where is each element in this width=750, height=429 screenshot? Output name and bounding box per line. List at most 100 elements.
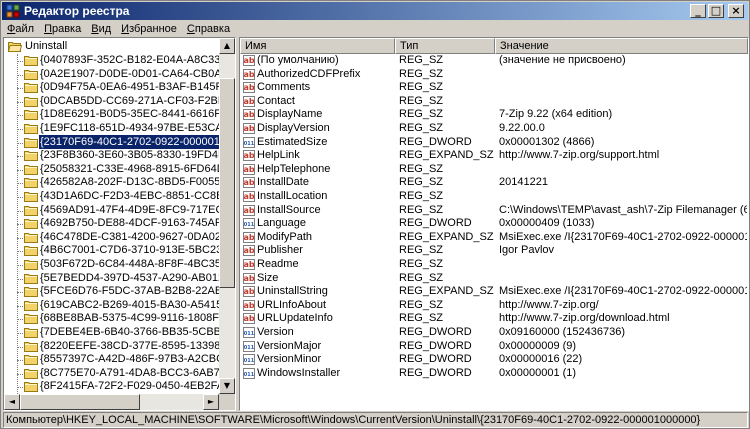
folder-icon <box>24 137 38 148</box>
tree-node-label: {426582A8-202F-D13C-8BD5-F00551BAFC93} <box>40 176 219 189</box>
value-row[interactable]: ab (По умолчанию) REG_SZ (значение не присв… <box>240 54 748 68</box>
value-data: 0x00000409 (1033) <box>499 217 595 230</box>
value-name: (По умолчанию) <box>257 54 339 66</box>
tree-node-label: {4B6C7001-C7D6-3710-913E-5BC23FCE91E6} <box>40 244 219 257</box>
string-value-icon: ab <box>243 163 255 175</box>
value-row[interactable]: ab DisplayName REG_SZ 7-Zip 9.22 (x64 editi… <box>240 108 748 122</box>
tree-node-label: {0D94F75A-0EA6-4951-B3AF-B145FA9E05C6} <box>40 81 219 94</box>
string-value-icon: ab <box>243 68 255 80</box>
value-type: REG_SZ <box>399 190 444 202</box>
folder-icon <box>24 287 38 298</box>
value-type: REG_SZ <box>399 67 444 80</box>
value-data: MsiExec.exe /I{23170F69-40C1-2702-0922-0… <box>499 230 747 243</box>
value-name: AuthorizedCDFPrefix <box>257 67 361 80</box>
tree-vertical-scrollbar[interactable]: ▲ ▼ <box>219 38 235 394</box>
scroll-right-button[interactable]: ► <box>203 394 219 410</box>
value-name: Version <box>257 326 294 338</box>
folder-icon <box>24 110 38 121</box>
menu-3[interactable]: Избранное <box>116 21 182 37</box>
value-name: Comments <box>257 81 311 94</box>
value-type: REG_DWORD <box>399 135 472 148</box>
tree-node-label: {23F8B360-3E60-3B05-8330-19FD4F9F4525} <box>40 149 219 162</box>
value-row[interactable]: ab InstallLocation REG_SZ <box>240 190 748 204</box>
tree-node-label: {0DCAB5DD-CC69-271A-CF03-F2BD6B60BD8A} <box>40 94 219 107</box>
maximize-button[interactable]: □ <box>708 4 724 18</box>
value-row[interactable]: ab Comments REG_SZ <box>240 81 748 95</box>
folder-icon <box>24 382 38 393</box>
scroll-up-button[interactable]: ▲ <box>219 38 235 54</box>
binary-value-icon: 011 <box>243 340 255 352</box>
column-header-data[interactable]: Значение <box>495 38 748 54</box>
menu-2[interactable]: Вид <box>86 21 116 37</box>
svg-text:ab: ab <box>243 206 254 215</box>
value-row[interactable]: ab URLUpdateInfo REG_SZ http://www.7-zip.or… <box>240 312 748 326</box>
value-type: REG_SZ <box>399 271 444 284</box>
folder-icon <box>24 341 38 352</box>
svg-text:011: 011 <box>244 372 255 378</box>
menu-0[interactable]: Файл <box>2 21 39 37</box>
value-row[interactable]: ab HelpTelephone REG_SZ <box>240 163 748 177</box>
value-row[interactable]: ab URLInfoAbout REG_SZ http://www.7-zip.org… <box>240 299 748 313</box>
value-row[interactable]: ab UninstallString REG_EXPAND_SZ MsiExec.ex… <box>240 285 748 299</box>
svg-text:ab: ab <box>243 314 254 323</box>
svg-text:ab: ab <box>243 110 254 119</box>
value-row[interactable]: 011 Language REG_DWORD 0x00000409 (1033) <box>240 217 748 231</box>
value-row[interactable]: ab DisplayVersion REG_SZ 9.22.00.0 <box>240 122 748 136</box>
svg-text:ab: ab <box>243 233 254 242</box>
value-data: 0x00000016 (22) <box>499 353 583 366</box>
value-row[interactable]: ab Size REG_SZ <box>240 272 748 286</box>
value-row[interactable]: ab Readme REG_SZ <box>240 258 748 272</box>
svg-text:ab: ab <box>243 178 254 187</box>
svg-text:ab: ab <box>243 260 254 269</box>
menu-4[interactable]: Справка <box>182 21 235 37</box>
value-type: REG_SZ <box>399 298 444 311</box>
tree-node-label: {43D1A6DC-F2D3-4EBC-8851-CC8B9C0C8763} <box>40 190 219 202</box>
string-value-icon: ab <box>243 55 255 66</box>
minimize-icon: _ <box>695 4 701 17</box>
column-header-name[interactable]: Имя <box>240 38 395 54</box>
folder-icon <box>24 151 38 162</box>
title-bar[interactable]: Редактор реестра _ □ × <box>2 2 748 20</box>
value-row[interactable]: 011 VersionMajor REG_DWORD 0x00000009 (9) <box>240 340 748 354</box>
vertical-scroll-thumb[interactable] <box>219 78 235 288</box>
tree-horizontal-scrollbar[interactable]: ◄ ► <box>4 394 219 410</box>
binary-value-icon: 011 <box>243 327 255 338</box>
value-row[interactable]: ab Publisher REG_SZ Igor Pavlov <box>240 244 748 258</box>
string-value-icon: ab <box>243 272 255 284</box>
value-row[interactable]: 011 EstimatedSize REG_DWORD 0x00001302 (486… <box>240 136 748 150</box>
string-value-icon: ab <box>243 231 255 243</box>
value-row[interactable]: ab Contact REG_SZ <box>240 95 748 109</box>
close-button[interactable]: × <box>728 4 744 18</box>
tree-node-label: Uninstall <box>25 40 68 52</box>
value-name: HelpLink <box>257 149 300 162</box>
value-row[interactable]: 011 WindowsInstaller REG_DWORD 0x00000001 (… <box>240 367 748 381</box>
menu-1[interactable]: Правка <box>39 21 86 37</box>
value-row[interactable]: ab ModifyPath REG_EXPAND_SZ MsiExec.exe /I{… <box>240 231 748 245</box>
value-row[interactable]: 011 Version REG_DWORD 0x09160000 (152436736… <box>240 326 748 340</box>
string-value-icon: ab <box>243 95 255 107</box>
key-tree: Uninstall {0407893F-352C-B182-E04A-A8C333… <box>4 38 219 394</box>
scroll-left-button[interactable]: ◄ <box>4 394 20 410</box>
value-row[interactable]: ab HelpLink REG_EXPAND_SZ http://www.7-zip.… <box>240 149 748 163</box>
value-data: (значение не присвоено) <box>499 54 626 66</box>
value-data: MsiExec.exe /I{23170F69-40C1-2702-0922-0… <box>499 285 747 298</box>
horizontal-scroll-thumb[interactable] <box>20 394 140 410</box>
value-row[interactable]: 011 VersionMinor REG_DWORD 0x00000016 (22) <box>240 353 748 367</box>
value-row[interactable]: ab InstallDate REG_SZ 20141221 <box>240 176 748 190</box>
value-data: 20141221 <box>499 176 548 189</box>
string-value-icon: ab <box>243 245 255 257</box>
column-header-type[interactable]: Тип <box>395 38 495 54</box>
minimize-button[interactable]: _ <box>690 4 706 18</box>
value-row[interactable]: ab AuthorizedCDFPrefix REG_SZ <box>240 68 748 82</box>
string-value-icon: ab <box>243 204 255 216</box>
close-icon: × <box>731 4 741 17</box>
value-name: DisplayVersion <box>257 122 330 134</box>
scroll-down-button[interactable]: ▼ <box>219 378 235 394</box>
value-row[interactable]: ab InstallSource REG_SZ C:\Windows\TEMP\ava… <box>240 204 748 218</box>
string-value-icon: ab <box>243 259 255 270</box>
tree-node-label: {0407893F-352C-B182-E04A-A8C3333DA29B} <box>40 54 219 66</box>
string-value-icon: ab <box>243 109 255 121</box>
tree-node-label: {4692B750-DE88-4DCF-9163-745AF5604B24} <box>40 217 219 230</box>
value-type: REG_SZ <box>399 122 444 134</box>
value-type: REG_SZ <box>399 176 444 189</box>
